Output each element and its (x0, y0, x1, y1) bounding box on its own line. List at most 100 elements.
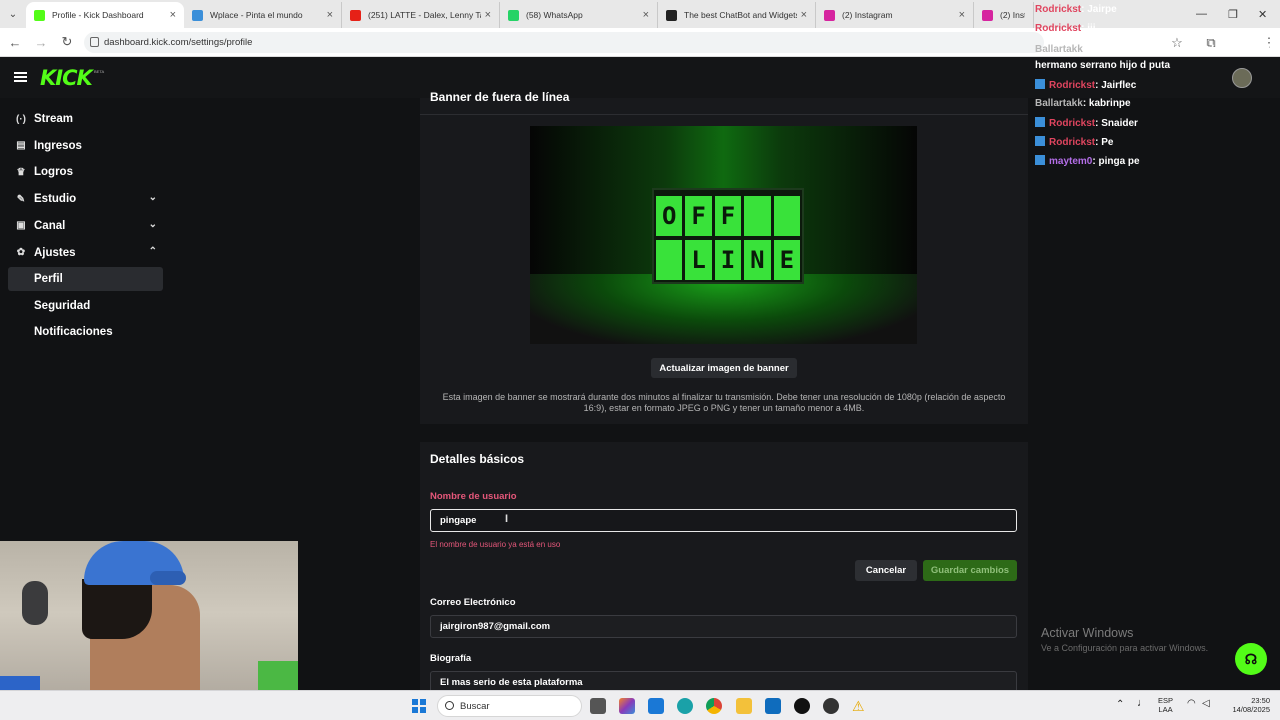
sidebar-item-estudio[interactable]: ✎ Estudio ⌄ (8, 187, 163, 211)
help-chat-button[interactable]: ☊ (1235, 643, 1267, 675)
chat-username[interactable]: Rodrickst (1049, 137, 1095, 148)
url-field[interactable]: dashboard.kick.com/settings/profile (84, 32, 1044, 53)
sidebar-item-canal[interactable]: ▣ Canal ⌄ (8, 214, 163, 238)
tab-search-icon[interactable]: ⌄ (0, 0, 26, 28)
sidebar-item-ajustes[interactable]: ✿ Ajustes ⌃ (8, 241, 163, 265)
browser-tab[interactable]: (2) Instagram × (816, 2, 974, 28)
copilot-icon[interactable] (619, 698, 635, 714)
tab-title: The best ChatBot and Widgets (684, 10, 797, 20)
chat-username[interactable]: Ballartakk (1035, 44, 1083, 55)
reload-icon[interactable]: ↻ (56, 34, 78, 50)
sidebar-subitem-label: Seguridad (34, 299, 91, 312)
tab-title: (58) WhatsApp (526, 10, 583, 20)
chat-username[interactable]: Rodrickst (1035, 4, 1081, 15)
close-tab-icon[interactable]: × (170, 9, 176, 21)
username-input[interactable]: pingape I (430, 509, 1017, 532)
chat-message: Rodrickst: Pe (1035, 136, 1113, 148)
email-value: jairgiron987@gmail.com (440, 621, 551, 632)
taskbar-search-text: Buscar (460, 700, 490, 712)
sidebar-subitem-perfil[interactable]: Perfil (8, 267, 163, 291)
browser-tab[interactable]: (58) WhatsApp × (500, 2, 658, 28)
browser-tab[interactable]: The best ChatBot and Widgets × (658, 2, 816, 28)
board-tile: F (685, 196, 712, 236)
close-tab-icon[interactable]: × (485, 9, 491, 21)
browser-tab[interactable]: (251) LATTE - Dalex, Lenny Tava × (342, 2, 500, 28)
sidebar-item-logros[interactable]: ♛ Logros (8, 160, 163, 184)
chevron-up-icon[interactable]: ⌃ (149, 246, 157, 257)
tiktok-icon[interactable] (794, 698, 810, 714)
browser-tab[interactable]: (2) Instagra (974, 2, 1034, 28)
update-banner-button[interactable]: Actualizar imagen de banner (651, 358, 797, 378)
chat-username[interactable]: maytem0 (1049, 156, 1092, 167)
sidebar-item-label: Ingresos (34, 139, 82, 152)
activate-windows-text: Ve a Configuración para activar Windows. (1041, 643, 1209, 653)
board-tile: I (714, 240, 742, 280)
back-icon[interactable]: ← (4, 35, 26, 50)
chat-message: maytem0: pinga pe (1035, 155, 1140, 167)
obs-icon[interactable] (823, 698, 839, 714)
board-tile (655, 240, 683, 280)
banner-note: Esta imagen de banner se mostrará durant… (442, 392, 1006, 413)
board-tile (744, 196, 771, 236)
username-label: Nombre de usuario (430, 491, 517, 502)
save-changes-button[interactable]: Guardar cambios (923, 560, 1017, 581)
chrome-icon[interactable] (706, 698, 722, 714)
wifi-icon[interactable]: ◠ (1187, 699, 1196, 709)
lang-code: ESP (1158, 696, 1174, 705)
outlook-icon[interactable] (765, 698, 781, 714)
windows-start-icon[interactable] (412, 699, 426, 713)
gear-icon: ✿ (16, 247, 26, 258)
text-cursor-icon: I (505, 513, 509, 525)
site-info-icon[interactable] (90, 37, 99, 47)
email-input[interactable]: jairgiron987@gmail.com (430, 615, 1017, 638)
tab-favicon-icon (824, 9, 835, 21)
store-icon[interactable] (648, 698, 664, 714)
close-tab-icon[interactable]: × (801, 9, 807, 21)
sidebar-item-stream[interactable]: (·) Stream (8, 107, 163, 131)
clock[interactable]: 23:50 14/08/2025 (1225, 696, 1270, 714)
sidebar-item-ingresos[interactable]: ▤ Ingresos (8, 134, 163, 158)
sidebar-item-label: Ajustes (34, 246, 76, 259)
edge-icon[interactable] (677, 698, 693, 714)
kick-logo[interactable]: KICK (40, 66, 93, 90)
folder-icon[interactable] (736, 698, 752, 714)
divider (420, 114, 1028, 115)
chat-username[interactable]: Rodrickst (1049, 80, 1095, 91)
file-explorer-dark-icon[interactable] (590, 698, 606, 714)
browser-tab[interactable]: Profile - Kick Dashboard × (26, 2, 184, 28)
chat-username[interactable]: Rodrickst (1035, 23, 1081, 34)
tray-chevron-icon[interactable]: ⌃ (1116, 700, 1124, 710)
speaker-icon[interactable]: ◁ (1202, 699, 1210, 709)
warning-icon[interactable]: ⚠ (852, 698, 868, 714)
sidebar-subitem-seguridad[interactable]: Seguridad (8, 294, 163, 318)
close-tab-icon[interactable]: × (327, 9, 333, 21)
sidebar-subitem-notificaciones[interactable]: Notificaciones (8, 320, 163, 344)
close-tab-icon[interactable]: × (959, 9, 965, 21)
chat-username[interactable]: Ballartakk (1035, 98, 1083, 109)
chevron-down-icon[interactable]: ⌄ (149, 192, 157, 203)
mic-icon[interactable]: ♩ (1137, 698, 1148, 709)
board-tile: N (744, 240, 771, 280)
forward-icon[interactable]: → (30, 35, 52, 50)
language-indicator[interactable]: ESP LAA (1158, 696, 1173, 714)
close-tab-icon[interactable]: × (643, 9, 649, 21)
taskbar-search[interactable]: Buscar (437, 695, 582, 717)
bio-value: El mas serio de esta plataforma (440, 677, 583, 688)
windows-taskbar: Buscar ⚠ ⌃ ♩ ESP LAA ◠ ◁ 23:50 14/08/202… (0, 690, 1280, 720)
sidebar: (·) Stream ▤ Ingresos ♛ Logros ✎ Estudio ⌄ ▣ Canal… (0, 98, 170, 548)
chat-username[interactable]: Rodrickst (1049, 118, 1095, 129)
chat-message: Ballartakk: kabrinpe (1035, 98, 1131, 109)
browser-tab[interactable]: Wplace - Pinta el mundo × (184, 2, 342, 28)
cancel-button[interactable]: Cancelar (855, 560, 917, 581)
chat-message: Rodrickst: jjj (1035, 23, 1096, 34)
studio-icon: ✎ (16, 193, 26, 205)
board-tile: E (773, 240, 801, 280)
chat-text: : Jairpe (1081, 4, 1117, 15)
board-tile: O (655, 196, 683, 236)
tab-favicon-icon (350, 9, 361, 21)
webcam-bag (22, 581, 48, 625)
chevron-down-icon[interactable]: ⌄ (149, 219, 157, 230)
lang-variant: LAA (1158, 705, 1173, 714)
menu-icon[interactable] (14, 72, 27, 82)
bio-label: Biografía (430, 653, 472, 664)
